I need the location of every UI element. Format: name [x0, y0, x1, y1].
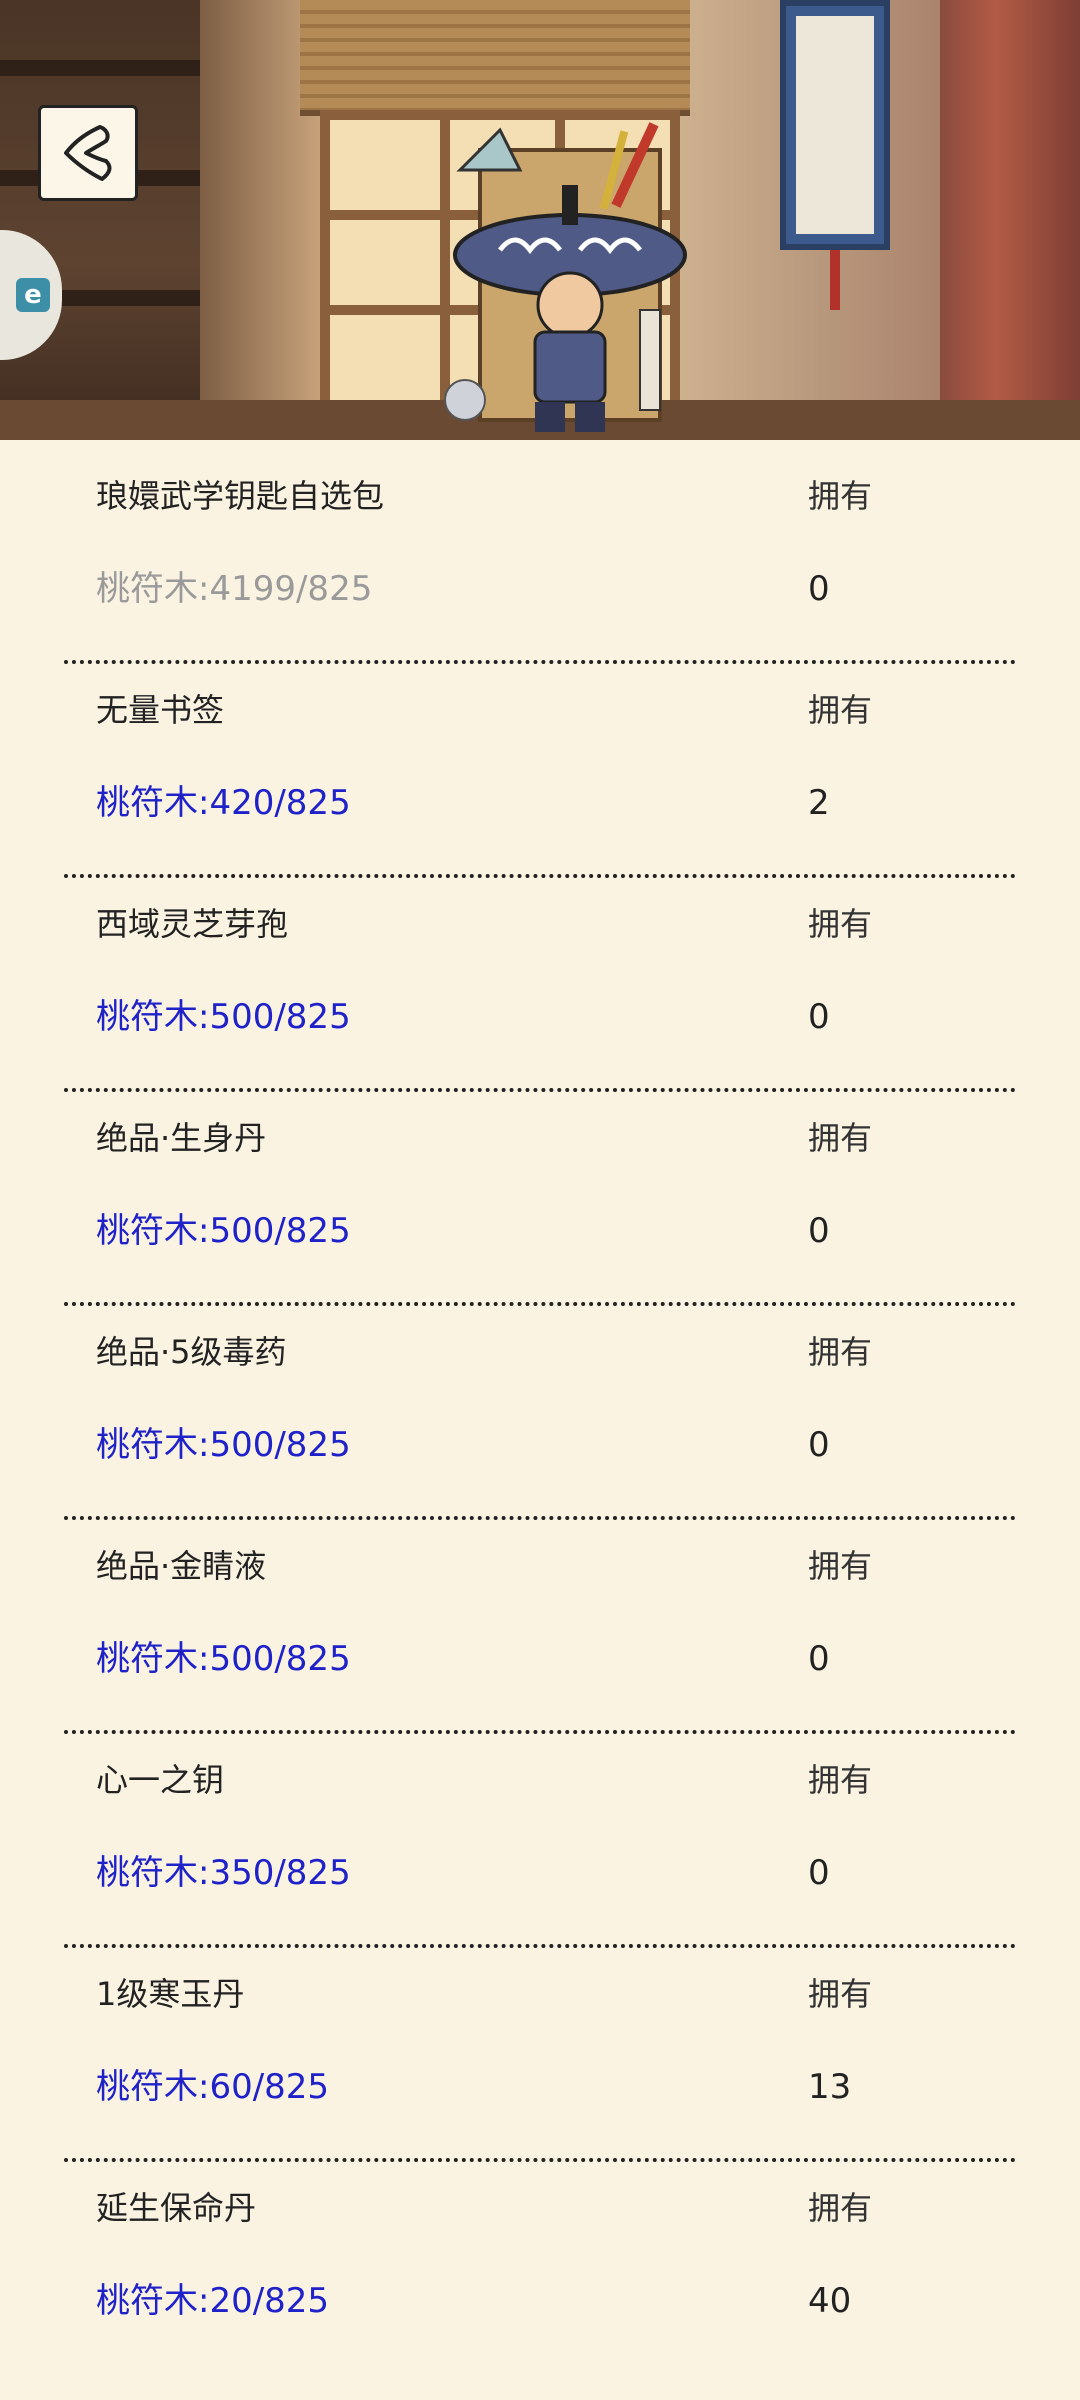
own-label: 拥有	[808, 2189, 873, 2227]
badge-icon: e	[16, 278, 50, 312]
exchange-item-list: 琅嬛武学钥匙自选包 拥有 桃符木:4199/825 0 无量书签 拥有 桃符木:…	[0, 440, 1080, 2400]
item-name: 无量书签	[96, 691, 225, 729]
list-item[interactable]: 1级寒玉丹 拥有 桃符木:60/825 13	[0, 1938, 1080, 2162]
curtain	[940, 0, 1080, 440]
item-name: 西域灵芝芽孢	[96, 905, 289, 943]
own-label: 拥有	[808, 691, 873, 729]
list-item[interactable]: 无量书签 拥有 桃符木:420/825 2	[0, 654, 1080, 878]
own-count: 13	[808, 2067, 852, 2107]
item-price: 桃符木:350/825	[96, 1853, 351, 1893]
list-item[interactable]: 西域灵芝芽孢 拥有 桃符木:500/825 0	[0, 868, 1080, 1092]
list-item[interactable]: 心一之钥 拥有 桃符木:350/825 0	[0, 1724, 1080, 1948]
item-price: 桃符木:420/825	[96, 783, 351, 823]
item-name: 琅嬛武学钥匙自选包	[96, 477, 385, 515]
own-count: 0	[808, 1211, 830, 1251]
own-label: 拥有	[808, 1761, 873, 1799]
item-price: 桃符木:60/825	[96, 2067, 330, 2107]
list-item[interactable]: 绝品·金睛液 拥有 桃符木:500/825 0	[0, 1510, 1080, 1734]
back-button[interactable]	[38, 105, 138, 201]
own-count: 0	[808, 997, 830, 1037]
shop-page: e 琅嬛武学钥匙自选包 拥有 桃符木:4199/825 0 无量书签 拥有 桃符…	[0, 0, 1080, 2400]
own-count: 0	[808, 569, 830, 609]
list-item[interactable]: 琅嬛武学钥匙自选包 拥有 桃符木:4199/825 0	[0, 440, 1080, 664]
own-label: 拥有	[808, 1547, 873, 1585]
item-name: 绝品·生身丹	[96, 1119, 267, 1157]
item-price: 桃符木:500/825	[96, 997, 351, 1037]
own-label: 拥有	[808, 1975, 873, 2013]
item-name: 延生保命丹	[96, 2189, 257, 2227]
bookshelf	[0, 0, 200, 440]
item-price: 桃符木:500/825	[96, 1639, 351, 1679]
window-blind	[300, 0, 690, 116]
back-chevron-icon	[64, 125, 112, 181]
item-price: 桃符木:500/825	[96, 1425, 351, 1465]
own-count: 2	[808, 783, 830, 823]
tassel	[830, 250, 840, 310]
own-count: 40	[808, 2281, 852, 2321]
list-item[interactable]: 绝品·5级毒药 拥有 桃符木:500/825 0	[0, 1296, 1080, 1520]
own-label: 拥有	[808, 1333, 873, 1371]
own-label: 拥有	[808, 905, 873, 943]
list-item[interactable]: 延生保命丹 拥有 桃符木:20/825 40	[0, 2152, 1080, 2366]
own-label: 拥有	[808, 1119, 873, 1157]
item-name: 绝品·5级毒药	[96, 1333, 287, 1371]
own-count: 0	[808, 1639, 830, 1679]
item-name: 绝品·金睛液	[96, 1547, 267, 1585]
list-item[interactable]: 绝品·生身丹 拥有 桃符木:500/825 0	[0, 1082, 1080, 1306]
own-count: 0	[808, 1425, 830, 1465]
own-label: 拥有	[808, 477, 873, 515]
merchant-character	[444, 122, 687, 432]
header-scene: e	[0, 0, 1080, 440]
item-price: 桃符木:20/825	[96, 2281, 330, 2321]
wall-scroll-painting	[780, 0, 890, 250]
item-price: 桃符木:4199/825	[96, 569, 373, 609]
item-name: 心一之钥	[96, 1761, 225, 1799]
item-name: 1级寒玉丹	[96, 1975, 245, 2013]
own-count: 0	[808, 1853, 830, 1893]
item-price: 桃符木:500/825	[96, 1211, 351, 1251]
